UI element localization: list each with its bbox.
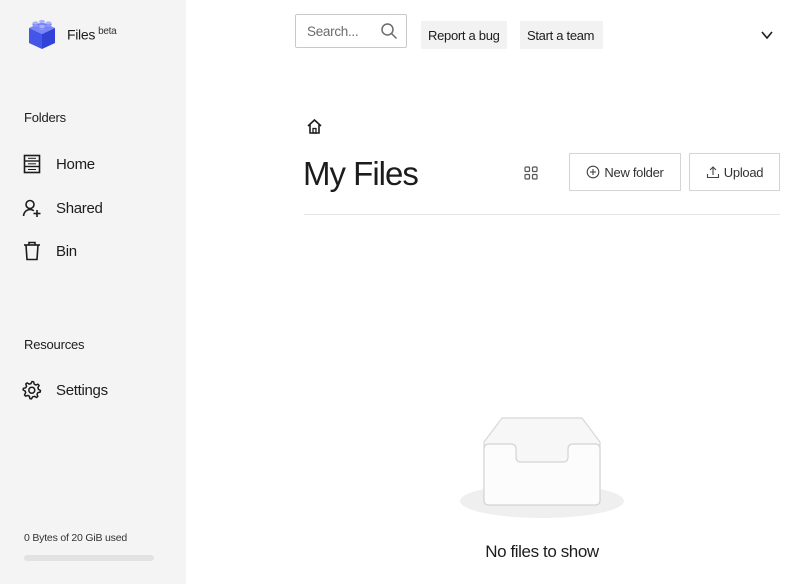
search-box[interactable] (295, 14, 407, 48)
sidebar: Files beta Folders Home Shared Bin Resour… (0, 0, 186, 584)
resources-section-title: Resources (24, 337, 85, 352)
sidebar-item-bin[interactable]: Bin (22, 239, 77, 263)
page-title: My Files (303, 155, 419, 192)
sidebar-item-label: Home (56, 155, 95, 173)
grid-view-icon[interactable] (523, 165, 539, 181)
trash-icon (22, 241, 42, 261)
home-icon[interactable] (306, 118, 323, 135)
sidebar-item-settings[interactable]: Settings (22, 378, 108, 402)
app-name: Files beta (67, 25, 117, 43)
sidebar-item-label: Settings (56, 381, 108, 399)
cube-logo-icon (29, 19, 55, 49)
search-input[interactable] (307, 23, 369, 39)
app-name-text: Files (67, 26, 96, 43)
sidebar-item-shared[interactable]: Shared (22, 196, 103, 220)
new-folder-button[interactable]: New folder (569, 153, 681, 191)
shared-users-icon (22, 198, 42, 218)
beta-badge: beta (98, 25, 117, 37)
empty-state-message: No files to show (485, 542, 599, 561)
header-divider (304, 214, 780, 215)
report-bug-button[interactable]: Report a bug (421, 21, 507, 49)
sidebar-item-label: Bin (56, 242, 77, 260)
storage-usage-bar (24, 555, 154, 561)
plus-circle-icon (587, 165, 600, 179)
upload-button[interactable]: Upload (689, 153, 780, 191)
home-list-icon (22, 154, 42, 174)
search-icon[interactable] (380, 22, 398, 40)
chevron-down-icon[interactable] (759, 27, 775, 43)
brand[interactable]: Files beta (22, 14, 117, 54)
sidebar-item-label: Shared (56, 199, 103, 217)
gear-icon (22, 380, 42, 400)
upload-icon (706, 166, 719, 179)
folders-section-title: Folders (24, 110, 66, 125)
sidebar-item-home[interactable]: Home (22, 152, 95, 176)
new-folder-label: New folder (604, 164, 664, 180)
upload-label: Upload (723, 164, 764, 180)
empty-inbox-icon (460, 417, 624, 518)
start-team-button[interactable]: Start a team (520, 21, 603, 49)
storage-usage-text: 0 Bytes of 20 GiB used (24, 532, 127, 544)
